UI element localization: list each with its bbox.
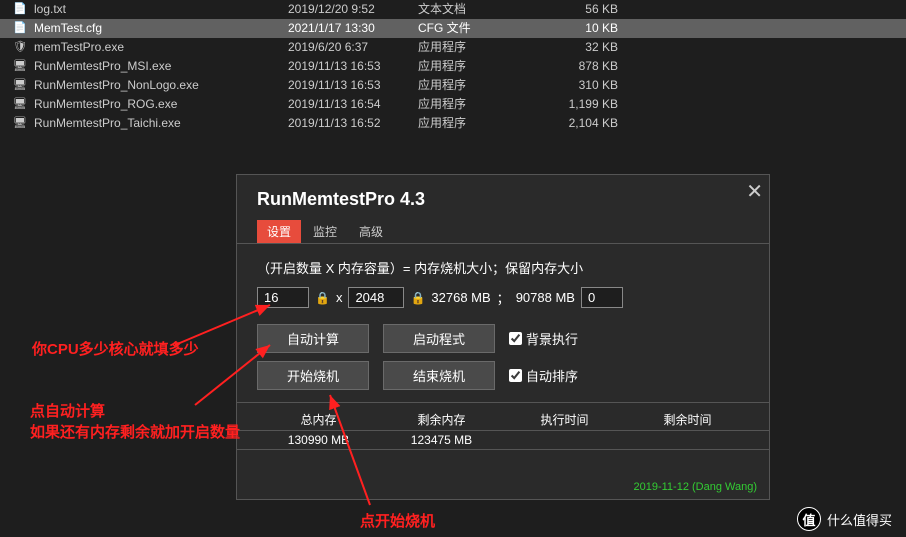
file-icon: 📄 (12, 2, 28, 18)
startup-button[interactable]: 启动程式 (383, 324, 495, 353)
file-size: 2,104 KB (538, 114, 618, 133)
dialog-footer: 2019-11-12 (Dang Wang) (633, 481, 757, 493)
free-size: 90788 MB (516, 290, 575, 305)
file-row[interactable]: 📄 MemTest.cfg 2021/1/17 13:30CFG 文件10 KB (0, 19, 906, 38)
file-row[interactable]: 🖥 RunMemtestPro_NonLogo.exe 2019/11/13 16:… (0, 76, 906, 95)
val-runtime (503, 433, 626, 447)
val-lefttime (626, 433, 749, 447)
file-name: log.txt (34, 0, 66, 19)
sep: ； (497, 288, 510, 307)
close-icon[interactable]: ✕ (746, 179, 763, 204)
stop-burn-button[interactable]: 结束烧机 (383, 361, 495, 390)
memtest-dialog: ✕ RunMemtestPro 4.3 设置 监控 高级 （开启数量 X 内存容… (236, 174, 770, 500)
col-total: 总内存 (257, 411, 380, 428)
file-date: 2019/11/13 16:54 (288, 95, 418, 114)
file-icon: 🖥 (12, 97, 28, 113)
col-lefttime: 剩余时间 (626, 411, 749, 428)
col-remain: 剩余内存 (380, 411, 503, 428)
button-row-1: 自动计算 启动程式 背景执行 (237, 320, 769, 357)
lock-icon: 🔒 (410, 291, 425, 305)
file-type: 应用程序 (418, 57, 538, 76)
auto-calc-button[interactable]: 自动计算 (257, 324, 369, 353)
smzdm-text: 什么值得买 (827, 510, 892, 529)
val-total: 130990 MB (257, 433, 380, 447)
count-input[interactable] (257, 287, 309, 308)
tab-bar: 设置 监控 高级 (237, 220, 769, 244)
start-burn-button[interactable]: 开始烧机 (257, 361, 369, 390)
burn-size: 32768 MB (431, 290, 490, 305)
file-name: RunMemtestPro_NonLogo.exe (34, 76, 199, 95)
file-size: 56 KB (538, 0, 618, 19)
file-date: 2019/11/13 16:52 (288, 114, 418, 133)
memory-input[interactable] (348, 287, 404, 308)
file-type: 文本文档 (418, 0, 538, 19)
file-row[interactable]: 🛡 memTestPro.exe 2019/6/20 6:37应用程序32 KB (0, 38, 906, 57)
file-icon: 🖥 (12, 59, 28, 75)
file-date: 2019/11/13 16:53 (288, 76, 418, 95)
annotation-start: 点开始烧机 (360, 510, 435, 531)
file-row[interactable]: 🖥 RunMemtestPro_MSI.exe 2019/11/13 16:53应用… (0, 57, 906, 76)
tab-settings[interactable]: 设置 (257, 220, 301, 243)
file-date: 2019/12/20 9:52 (288, 0, 418, 19)
tab-advanced[interactable]: 高级 (349, 220, 393, 243)
lock-icon: 🔒 (315, 291, 330, 305)
auto-sort-checkbox[interactable]: 自动排序 (509, 366, 578, 385)
val-remain: 123475 MB (380, 433, 503, 447)
file-row[interactable]: 🖥 RunMemtestPro_ROG.exe 2019/11/13 16:54应用… (0, 95, 906, 114)
file-size: 1,199 KB (538, 95, 618, 114)
file-name: MemTest.cfg (34, 19, 102, 38)
file-row[interactable]: 📄 log.txt 2019/12/20 9:52文本文档56 KB (0, 0, 906, 19)
smzdm-watermark: 值 什么值得买 (797, 507, 892, 531)
annotation-autocalc: 点自动计算 如果还有内存剩余就加开启数量 (30, 400, 240, 442)
file-name: RunMemtestPro_MSI.exe (34, 57, 171, 76)
file-date: 2019/11/13 16:53 (288, 57, 418, 76)
input-row: 🔒 x 🔒 32768 MB ； 90788 MB (237, 287, 769, 320)
background-checkbox[interactable]: 背景执行 (509, 329, 578, 348)
file-icon: 🖥 (12, 116, 28, 132)
file-icon: 🖥 (12, 78, 28, 94)
file-date: 2019/6/20 6:37 (288, 38, 418, 57)
reserve-input[interactable] (581, 287, 623, 308)
col-runtime: 执行时间 (503, 411, 626, 428)
tab-monitor[interactable]: 监控 (303, 220, 347, 243)
file-size: 310 KB (538, 76, 618, 95)
file-name: RunMemtestPro_Taichi.exe (34, 114, 181, 133)
file-type: 应用程序 (418, 38, 538, 57)
file-type: 应用程序 (418, 95, 538, 114)
file-name: memTestPro.exe (34, 38, 124, 57)
file-name: RunMemtestPro_ROG.exe (34, 95, 177, 114)
file-type: CFG 文件 (418, 19, 538, 38)
formula-text: （开启数量 X 内存容量）= 内存烧机大小；保留内存大小 (237, 244, 769, 287)
multiply-label: x (336, 290, 343, 305)
stats-body: 130990 MB 123475 MB (237, 430, 769, 450)
file-icon: 📄 (12, 21, 28, 37)
file-size: 878 KB (538, 57, 618, 76)
file-type: 应用程序 (418, 114, 538, 133)
annotation-cores: 你CPU多少核心就填多少 (32, 338, 199, 359)
dialog-title: RunMemtestPro 4.3 (237, 175, 769, 220)
file-type: 应用程序 (418, 76, 538, 95)
file-icon: 🛡 (12, 40, 28, 56)
file-row[interactable]: 🖥 RunMemtestPro_Taichi.exe 2019/11/13 16:5… (0, 114, 906, 133)
stats-header: 总内存 剩余内存 执行时间 剩余时间 (237, 402, 769, 430)
file-size: 32 KB (538, 38, 618, 57)
button-row-2: 开始烧机 结束烧机 自动排序 (237, 357, 769, 394)
file-size: 10 KB (538, 19, 618, 38)
smzdm-badge-icon: 值 (797, 507, 821, 531)
file-list: 📄 log.txt 2019/12/20 9:52文本文档56 KB 📄 MemTest… (0, 0, 906, 133)
file-date: 2021/1/17 13:30 (288, 19, 418, 38)
